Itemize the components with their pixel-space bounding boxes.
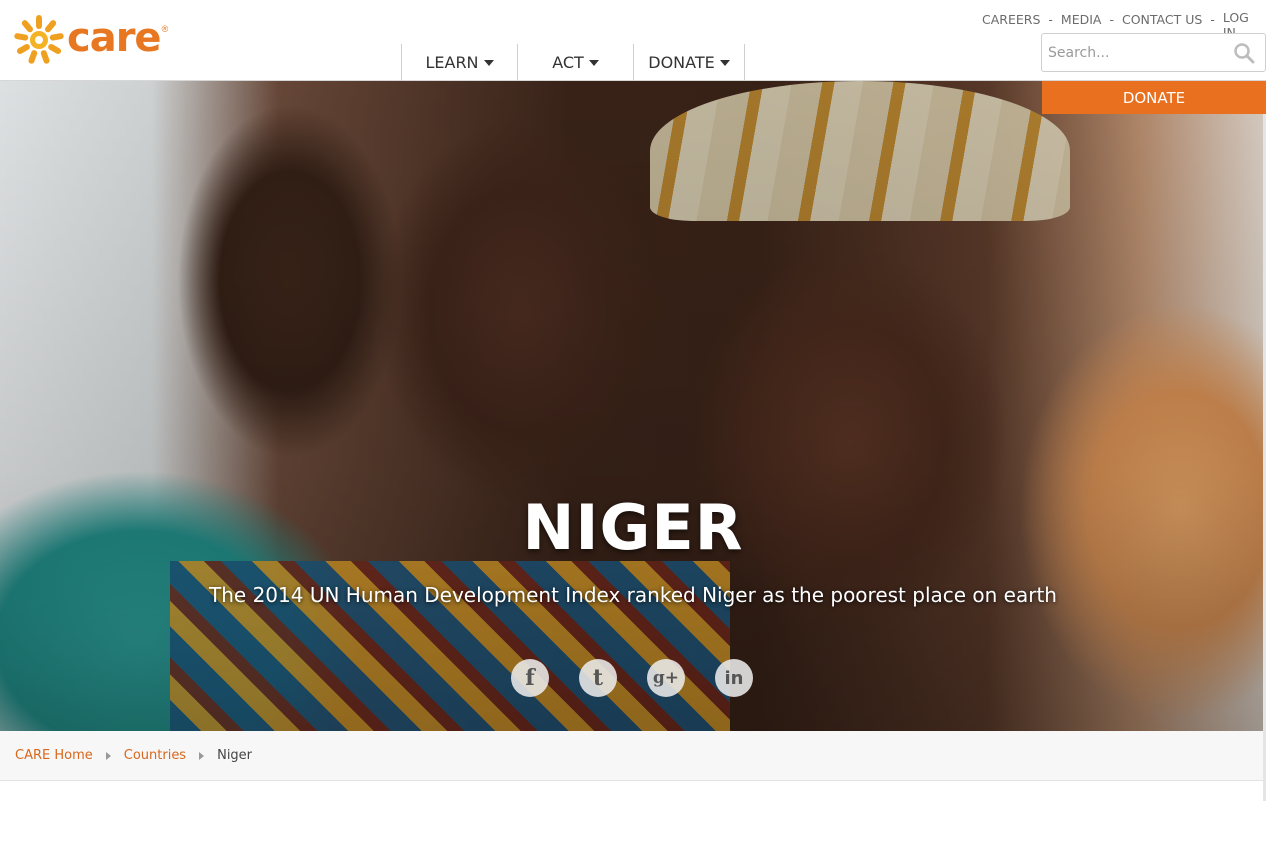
chevron-right-icon [199, 751, 205, 760]
breadcrumb-current: Niger [217, 748, 253, 763]
linkedin-icon[interactable]: in [715, 659, 753, 697]
nav-donate-label: DONATE [648, 53, 715, 72]
facebook-icon[interactable]: f [511, 659, 549, 697]
nav-donate[interactable]: DONATE [633, 44, 745, 81]
breadcrumb-countries[interactable]: Countries [124, 748, 186, 763]
nav-learn[interactable]: LEARN [401, 44, 517, 81]
search-icon[interactable] [1233, 42, 1255, 64]
search-input[interactable] [1042, 34, 1233, 71]
nav-learn-label: LEARN [425, 53, 479, 72]
page-title: NIGER [522, 491, 744, 564]
nav-act-label: ACT [552, 53, 584, 72]
careers-link[interactable]: CAREERS [982, 12, 1040, 40]
logo-wordmark: care [67, 15, 162, 61]
chevron-down-icon [588, 59, 599, 66]
search-box [1041, 33, 1266, 72]
social-share-bar: f t g+ in [511, 659, 753, 697]
chevron-down-icon [719, 59, 730, 66]
site-header: care ® LEARN ACT DONATE CAREERS - MEDIA … [0, 0, 1266, 81]
registered-mark: ® [161, 24, 169, 34]
twitter-icon[interactable]: t [579, 659, 617, 697]
main-navigation: LEARN ACT DONATE [401, 44, 745, 81]
breadcrumb: CARE Home Countries Niger [0, 731, 1266, 781]
chevron-down-icon [483, 59, 494, 66]
google-plus-icon[interactable]: g+ [647, 659, 685, 697]
donate-button[interactable]: DONATE [1042, 81, 1266, 114]
page-subtitle: The 2014 UN Human Development Index rank… [209, 583, 1057, 607]
breadcrumb-home[interactable]: CARE Home [15, 748, 93, 763]
hero-banner: NIGER The 2014 UN Human Development Inde… [0, 81, 1266, 731]
hero-overlay [0, 81, 1266, 731]
care-logo[interactable]: care ® [13, 14, 168, 66]
chevron-right-icon [105, 751, 111, 760]
care-sunburst-icon [14, 15, 64, 64]
nav-act[interactable]: ACT [517, 44, 633, 81]
